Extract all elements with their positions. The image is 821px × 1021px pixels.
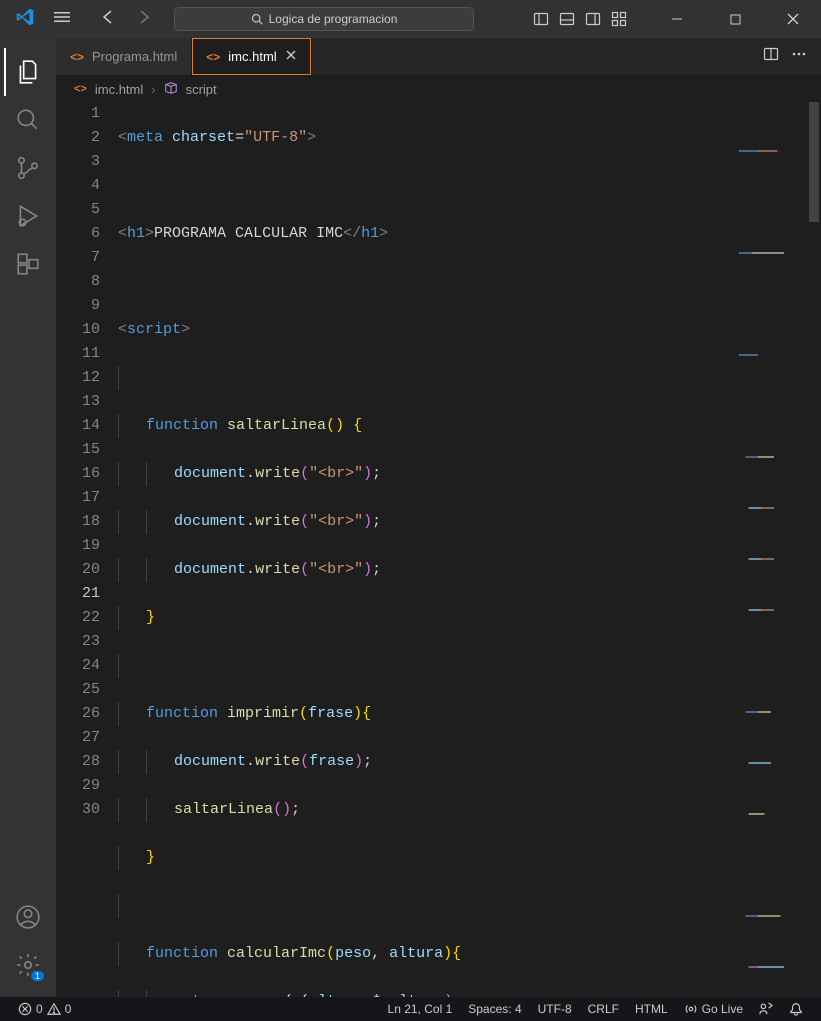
extensions-icon[interactable]	[4, 240, 52, 288]
close-tab-icon[interactable]	[285, 49, 297, 64]
scrollbar-vertical[interactable]	[807, 102, 821, 997]
breadcrumb[interactable]: <> imc.html › script	[56, 76, 821, 102]
gutter: 1 2 3 4 5 6 7 8 9 10 11 12 13 14 15 16 1…	[56, 102, 118, 997]
run-debug-icon[interactable]	[4, 192, 52, 240]
nav-back-icon[interactable]	[94, 9, 122, 30]
explorer-icon[interactable]	[4, 48, 52, 96]
html-file-icon: <>	[206, 50, 220, 64]
source-control-icon[interactable]	[4, 144, 52, 192]
tab-actions	[749, 38, 821, 75]
symbol-icon	[164, 81, 178, 98]
tab-label: Programa.html	[92, 49, 177, 64]
status-encoding[interactable]: UTF-8	[530, 1002, 580, 1016]
more-actions-icon[interactable]	[791, 46, 807, 67]
code-editor[interactable]: 1 2 3 4 5 6 7 8 9 10 11 12 13 14 15 16 1…	[56, 102, 821, 997]
status-problems[interactable]: 0 0	[10, 1002, 79, 1016]
status-bell-icon[interactable]	[781, 1002, 811, 1016]
close-button[interactable]	[773, 0, 813, 38]
accounts-icon[interactable]	[4, 893, 52, 941]
title-bar: Logica de programacion	[0, 0, 821, 38]
command-center-text: Logica de programacion	[269, 12, 398, 26]
window-controls	[657, 0, 813, 38]
toggle-sidebar-left-icon[interactable]	[531, 9, 551, 29]
toggle-panel-icon[interactable]	[557, 9, 577, 29]
tab-bar: <> Programa.html <> imc.html	[56, 38, 821, 76]
html-file-icon: <>	[74, 83, 87, 95]
tab-programa-html[interactable]: <> Programa.html	[56, 38, 192, 75]
html-file-icon: <>	[70, 50, 84, 64]
status-spaces[interactable]: Spaces: 4	[460, 1002, 529, 1016]
search-icon[interactable]	[4, 96, 52, 144]
split-editor-icon[interactable]	[763, 46, 779, 67]
status-bar: 0 0 Ln 21, Col 1 Spaces: 4 UTF-8 CRLF HT…	[0, 997, 821, 1021]
minimap[interactable]	[739, 102, 803, 172]
layout-controls	[531, 9, 629, 29]
status-golive[interactable]: Go Live	[676, 1002, 751, 1016]
breadcrumb-symbol: script	[186, 82, 217, 97]
activity-bar: 1	[0, 38, 56, 997]
status-feedback-icon[interactable]	[751, 1002, 781, 1016]
customize-layout-icon[interactable]	[609, 9, 629, 29]
editor-area: <> Programa.html <> imc.html <> imc.html…	[56, 38, 821, 997]
breadcrumb-file: imc.html	[95, 82, 143, 97]
toggle-sidebar-right-icon[interactable]	[583, 9, 603, 29]
vscode-logo-icon	[16, 8, 34, 31]
status-eol[interactable]: CRLF	[580, 1002, 627, 1016]
status-cursor[interactable]: Ln 21, Col 1	[380, 1002, 461, 1016]
minimize-button[interactable]	[657, 0, 697, 38]
status-language[interactable]: HTML	[627, 1002, 676, 1016]
app-menu-icon[interactable]	[54, 9, 70, 30]
code-content[interactable]: <meta charset="UTF-8"> <h1>PROGRAMA CALC…	[118, 102, 821, 997]
maximize-button[interactable]	[715, 0, 755, 38]
settings-badge: 1	[31, 971, 44, 981]
command-center[interactable]: Logica de programacion	[174, 7, 474, 31]
settings-gear-icon[interactable]: 1	[4, 941, 52, 989]
tab-imc-html[interactable]: <> imc.html	[192, 38, 311, 75]
nav-forward-icon[interactable]	[130, 9, 158, 30]
chevron-right-icon: ›	[151, 82, 155, 97]
tab-label: imc.html	[228, 49, 276, 64]
